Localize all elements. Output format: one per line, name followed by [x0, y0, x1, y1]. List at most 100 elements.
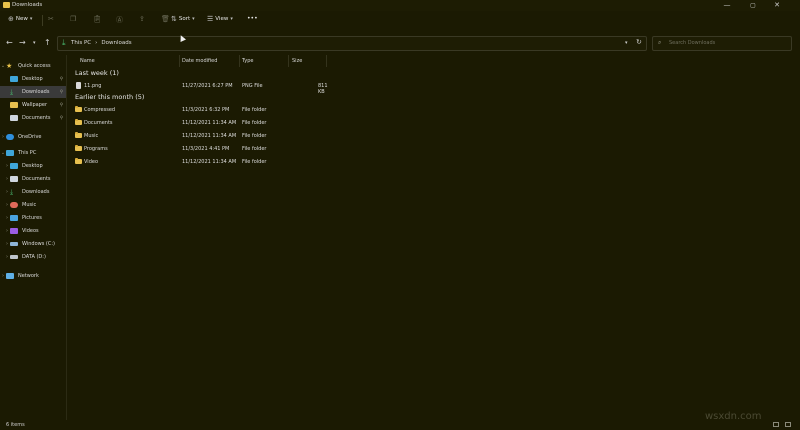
sidebar-item-label: Pictures: [22, 215, 42, 221]
delete-button[interactable]: 🗑︎: [161, 15, 170, 23]
sidebar-item-label: Documents: [22, 176, 51, 182]
tiles-view-icon[interactable]: [785, 422, 791, 427]
trash-icon: 🗑︎: [161, 15, 170, 23]
file-date: 11/3/2021 6:32 PM: [182, 107, 230, 113]
column-header-date[interactable]: Date modified: [182, 58, 217, 64]
address-bar[interactable]: [57, 36, 647, 51]
recent-locations-button[interactable]: ▾: [33, 40, 36, 46]
column-divider[interactable]: [288, 55, 289, 67]
view-label: View: [215, 16, 229, 22]
sidebar-item-documents[interactable]: › Documents: [0, 173, 66, 185]
file-name: Compressed: [84, 107, 116, 113]
rename-button[interactable]: Ⓐ: [116, 15, 123, 25]
network-icon: [6, 273, 14, 279]
drive-icon: [10, 255, 18, 259]
column-header-type[interactable]: Type: [242, 58, 253, 64]
download-icon: ⤓: [62, 38, 66, 47]
table-row[interactable]: Compressed 11/3/2021 6:32 PM File folder: [72, 104, 332, 116]
sort-button[interactable]: ⇅ Sort ▾: [171, 15, 195, 23]
cut-button[interactable]: ✂: [48, 15, 54, 23]
chevron-down-icon: ▾: [230, 16, 233, 22]
file-type: File folder: [242, 159, 267, 165]
sidebar-item-onedrive[interactable]: › OneDrive: [0, 131, 66, 143]
sidebar-item-label: Downloads: [22, 89, 50, 95]
crumb-separator[interactable]: ›: [95, 40, 97, 46]
sidebar-item-pictures[interactable]: › Pictures: [0, 212, 66, 224]
documents-icon: [10, 176, 18, 182]
crumb-downloads[interactable]: Downloads: [101, 40, 131, 46]
sidebar-item-music[interactable]: › Music: [0, 199, 66, 211]
column-divider[interactable]: [239, 55, 240, 67]
folder-icon: [3, 2, 10, 8]
minimize-button[interactable]: —: [716, 0, 738, 11]
file-date: 11/12/2021 11:34 AM: [182, 133, 237, 139]
sidebar-item-desktop-pinned[interactable]: Desktop ⚲: [0, 73, 66, 85]
sidebar-item-desktop[interactable]: › Desktop: [0, 160, 66, 172]
table-row[interactable]: Video 11/12/2021 11:34 AM File folder: [72, 156, 332, 168]
download-icon: ⤓: [10, 88, 14, 96]
sidebar-item-label: Desktop: [22, 76, 43, 82]
table-row[interactable]: Documents 11/12/2021 11:34 AM File folde…: [72, 117, 332, 129]
up-button[interactable]: ↑: [44, 38, 51, 47]
sidebar-item-documents-pinned[interactable]: Documents ⚲: [0, 112, 66, 124]
copy-button[interactable]: ❐: [70, 15, 76, 23]
file-type: File folder: [242, 120, 267, 126]
group-header[interactable]: Earlier this month (5): [75, 93, 144, 101]
sidebar-item-downloads-pinned[interactable]: ⤓ Downloads ⚲: [0, 86, 66, 98]
back-button[interactable]: ←: [6, 38, 13, 47]
group-header[interactable]: Last week (1): [75, 69, 119, 77]
file-name: 11.png: [84, 83, 102, 89]
details-view-icon[interactable]: [773, 422, 779, 427]
sidebar-item-windows-c[interactable]: › Windows (C:): [0, 238, 66, 250]
column-header-name[interactable]: Name: [80, 58, 95, 64]
sidebar-item-label: Network: [18, 273, 39, 279]
sidebar-item-downloads[interactable]: › ⤓ Downloads: [0, 186, 66, 198]
sidebar-item-network[interactable]: › Network: [0, 270, 66, 282]
column-header-size[interactable]: Size: [292, 58, 302, 64]
folder-icon: [75, 132, 82, 138]
crumb-this-pc[interactable]: This PC: [71, 40, 91, 46]
sidebar-item-data-d[interactable]: › DATA (D:): [0, 251, 66, 263]
watermark: wsxdn.com: [705, 411, 762, 422]
column-divider[interactable]: [179, 55, 180, 67]
image-file-icon: [76, 82, 81, 89]
sidebar-item-label: Downloads: [22, 189, 50, 195]
download-icon: ⤓: [10, 188, 14, 196]
pin-icon: ⚲: [59, 102, 63, 108]
close-button[interactable]: ✕: [766, 0, 788, 11]
paste-icon: 📋︎: [93, 15, 102, 23]
cloud-icon: [6, 134, 14, 140]
sidebar-item-quick-access[interactable]: ⌄ ★ Quick access: [0, 60, 66, 72]
file-type: File folder: [242, 107, 267, 113]
more-button[interactable]: •••: [247, 15, 258, 22]
refresh-button[interactable]: ↻: [636, 38, 642, 46]
table-row[interactable]: Programs 11/3/2021 4:41 PM File folder: [72, 143, 332, 155]
desktop-icon: [10, 163, 18, 169]
sidebar-item-label: Videos: [22, 228, 39, 234]
toolbar-divider: [42, 15, 43, 26]
chevron-down-icon: ▾: [29, 16, 33, 22]
star-icon: ★: [6, 62, 13, 70]
maximize-button[interactable]: ▢: [742, 0, 764, 11]
sidebar-item-wallpaper[interactable]: Wallpaper ⚲: [0, 99, 66, 111]
paste-button[interactable]: 📋︎: [93, 15, 102, 23]
file-type: File folder: [242, 133, 267, 139]
address-dropdown-button[interactable]: ▾: [625, 40, 628, 46]
forward-button[interactable]: →: [19, 38, 26, 47]
sidebar-item-this-pc[interactable]: ⌄ This PC: [0, 147, 66, 159]
view-button[interactable]: ☰ View ▾: [207, 15, 233, 23]
table-row[interactable]: Music 11/12/2021 11:34 AM File folder: [72, 130, 332, 142]
share-button[interactable]: ⇪: [139, 15, 145, 23]
column-divider[interactable]: [326, 55, 327, 67]
window-title: Downloads: [12, 2, 43, 8]
folder-icon: [75, 119, 82, 125]
videos-icon: [10, 228, 18, 234]
view-icon: ☰: [207, 15, 214, 23]
file-type: File folder: [242, 146, 267, 152]
table-row[interactable]: 11.png 11/27/2021 6:27 PM PNG File 811 K…: [72, 80, 332, 95]
computer-icon: [6, 150, 14, 156]
search-input[interactable]: Search Downloads: [669, 40, 715, 46]
new-button[interactable]: ⊕ New ▾: [8, 15, 32, 23]
sidebar-item-videos[interactable]: › Videos: [0, 225, 66, 237]
file-date: 11/12/2021 11:34 AM: [182, 159, 237, 165]
